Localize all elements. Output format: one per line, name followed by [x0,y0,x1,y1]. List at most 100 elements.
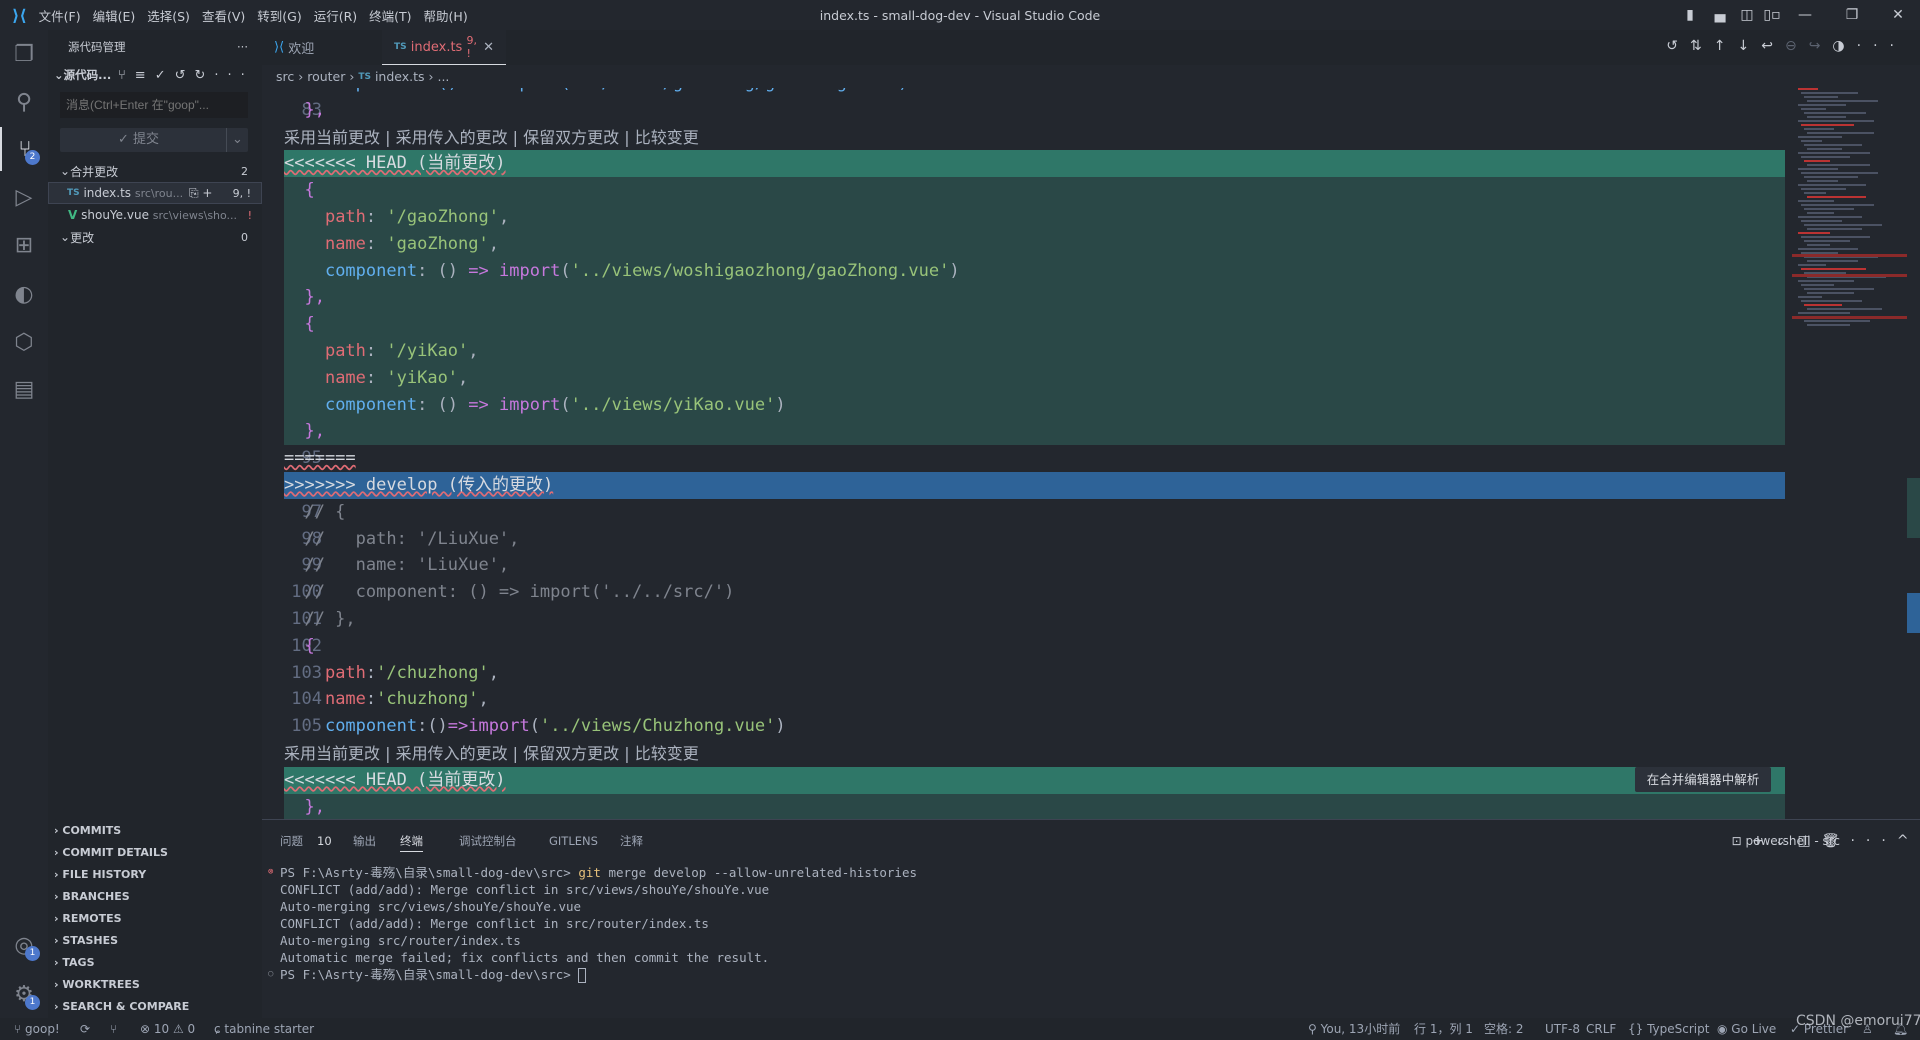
tab-index-ts[interactable]: TS index.ts 9, ! ✕ [382,30,506,65]
menu-item[interactable]: 帮助(H) [424,6,468,25]
extensions-icon[interactable]: ⊞ [0,223,48,267]
minimize-button[interactable]: — [1785,0,1825,30]
code-token: => [468,260,489,281]
menu-item[interactable]: 查看(V) [202,6,245,25]
accounts-icon[interactable]: ◎ 1 [0,923,48,967]
minimap-line [1801,140,1822,142]
commit-dropdown-icon[interactable]: ⌄ [226,128,248,152]
panel-tab-0[interactable]: 问题 10 [280,830,332,852]
run-debug-icon[interactable]: ▷ [0,175,48,219]
menu-item[interactable]: 编辑(E) [93,6,136,25]
sidebar-section-branches[interactable]: › BRANCHES [54,886,130,908]
gitlens-status-icon[interactable]: ⑂ [110,1018,117,1040]
more-icon: ··· [1850,833,1897,849]
minimap-line [1801,124,1854,126]
gitlens-icon[interactable]: ◐ [0,272,48,316]
open-file-icon[interactable]: ⎘ + [189,186,212,201]
code-token: >>>>>>> develop (传入的更改) [284,475,554,495]
terminal-cursor [578,968,587,983]
tabnine-status[interactable]: ɕ tabnine starter [214,1018,314,1040]
close-tab-icon[interactable]: ✕ [483,40,494,55]
commit-button[interactable]: ✓ 提交 ⌄ [60,128,248,152]
repository-header[interactable]: ⌄ 源代码... ⑂≡✓↺↻··· [48,64,262,86]
source-control-icon[interactable]: ⑂ 2 [0,127,48,171]
code-token: ======= [284,448,356,469]
remote-explorer-icon[interactable]: ⬡ [0,320,48,364]
restore-button[interactable]: ❐ [1832,0,1872,30]
sidebar-section-stashes[interactable]: › STASHES [54,930,118,952]
notebook-icon[interactable]: ▤ [0,367,48,411]
merge-actions-lens[interactable]: 采用当前更改 | 采用传入的更改 | 保留双方更改 | 比较变更 [284,740,1785,767]
code-token: <<<<<<< HEAD (当前更改) [284,769,506,790]
tab-status: 9, ! [466,34,477,60]
editor-scrollbar[interactable] [1907,88,1920,819]
more-actions-icon[interactable]: ··· [237,40,248,54]
panel-tab-1[interactable]: 输出 [353,830,376,852]
timeline-icon: ↺ [1666,38,1691,54]
resolve-in-merge-editor-button[interactable]: 在合并编辑器中解析 [1635,767,1771,792]
breadcrumb-router[interactable]: router [307,69,345,84]
menu-item[interactable]: 运行(R) [314,6,357,25]
menu-item[interactable]: 文件(F) [39,6,81,25]
close-window-button[interactable]: ✕ [1878,0,1918,30]
merge-actions-lens[interactable]: 采用当前更改 | 采用传入的更改 | 保留双方更改 | 比较变更 [284,124,1785,151]
sidebar-section-tags[interactable]: › TAGS [54,952,95,974]
line-content: // path: '/LiuXue', [284,526,1785,553]
menu-item[interactable]: 选择(S) [147,6,190,25]
menu-item[interactable]: 转到(G) [257,6,301,25]
changes-group[interactable]: ⌄ 更改 0 [48,226,262,248]
sidebar-section-remotes[interactable]: › REMOTES [54,908,122,930]
panel-tab-5[interactable]: 注释 [620,830,643,852]
problems-count: 10 [317,834,332,848]
line-ending[interactable]: CRLF [1586,1018,1616,1040]
search-icon[interactable]: ⚲ [0,80,48,124]
language-mode[interactable]: {} TypeScript [1628,1018,1709,1040]
codelens-actions[interactable]: 采用当前更改 | 采用传入的更改 | 保留双方更改 | 比较变更 [262,124,1785,151]
settings-gear-icon[interactable]: ⚙ 1 [0,972,48,1016]
next-change-icon: ↓ [1737,38,1762,54]
menu-item[interactable]: 终端(T) [369,6,411,25]
file-item-index-ts[interactable]: TS index.ts src\rou... ⎘ + 9, ! [48,182,262,204]
code-line: 98 // path: '/LiuXue', [262,526,1785,553]
sync-icon[interactable]: ⟳ [80,1018,90,1040]
go-forward-icon: ↪ [1808,38,1833,54]
breadcrumb-symbol[interactable]: ... [437,69,449,84]
panel-tab-3[interactable]: 调试控制台 [459,830,517,852]
editor-actions[interactable]: ↺⇅↑↓↩⊖↪◑··· [1666,38,1906,54]
problems-status[interactable]: ⊗ 10 ⚠ 0 [140,1018,195,1040]
breadcrumb-file[interactable]: index.ts [375,69,425,84]
panel-actions[interactable]: +⌄◫🗑···^✕ [1752,830,1920,852]
minimap-line [1801,236,1870,238]
sidebar-section-file-history[interactable]: › FILE HISTORY [54,864,146,886]
code-editor[interactable]: 82 component: () => import('../views/gao… [262,88,1785,819]
breadcrumb-src[interactable]: src [276,69,294,84]
code-token: component [324,260,418,281]
merge-changes-group[interactable]: ⌄ 合并更改 2 [48,160,262,182]
indentation[interactable]: 空格: 2 [1484,1018,1524,1040]
minimap[interactable] [1792,88,1907,819]
terminal-current-prompt[interactable]: ○ PS F:\Asrty-毒殇\自录\small-dog-dev\src> [268,966,587,983]
encoding[interactable]: UTF-8 [1545,1018,1580,1040]
panel-tab-2[interactable]: 终端 [400,830,423,852]
file-item-shouye-vue[interactable]: V shouYe.vue src\views\sho...! [48,204,262,226]
sidebar-section-commit-details[interactable]: › COMMIT DETAILS [54,842,168,864]
tab-welcome[interactable]: ⟩⟨ 欢迎 [262,30,326,65]
branch-status[interactable]: ⑂ goop! [14,1018,60,1040]
commit-message-input[interactable] [60,92,248,118]
sidebar-section-commits[interactable]: › COMMITS [54,820,121,842]
explorer-icon[interactable]: ❐ [0,32,48,76]
line-content: { [284,311,1785,339]
code-token: }, [284,99,325,120]
terminal-command-line[interactable]: ⊗ PS F:\Asrty-毒殇\自录\small-dog-dev\src> gi… [268,864,917,881]
code-line: 106<<<<<<< HEAD (当前更改) [262,766,1785,794]
codelens-actions[interactable]: 采用当前更改 | 采用传入的更改 | 保留双方更改 | 比较变更 [262,740,1785,767]
panel-tab-4[interactable]: GITLENS [549,830,598,852]
repo-action-icons[interactable]: ⑂≡✓↺↻··· [118,68,254,83]
cursor-position[interactable]: 行 1，列 1 [1414,1018,1473,1040]
go-live-button[interactable]: ◉ Go Live [1717,1018,1776,1040]
minimap-line [1801,300,1862,302]
blame-status[interactable]: ⚲ You, 13小时前 [1308,1018,1400,1040]
sidebar-section-search-compare[interactable]: › SEARCH & COMPARE [54,996,189,1018]
sidebar-section-worktrees[interactable]: › WORKTREES [54,974,140,996]
